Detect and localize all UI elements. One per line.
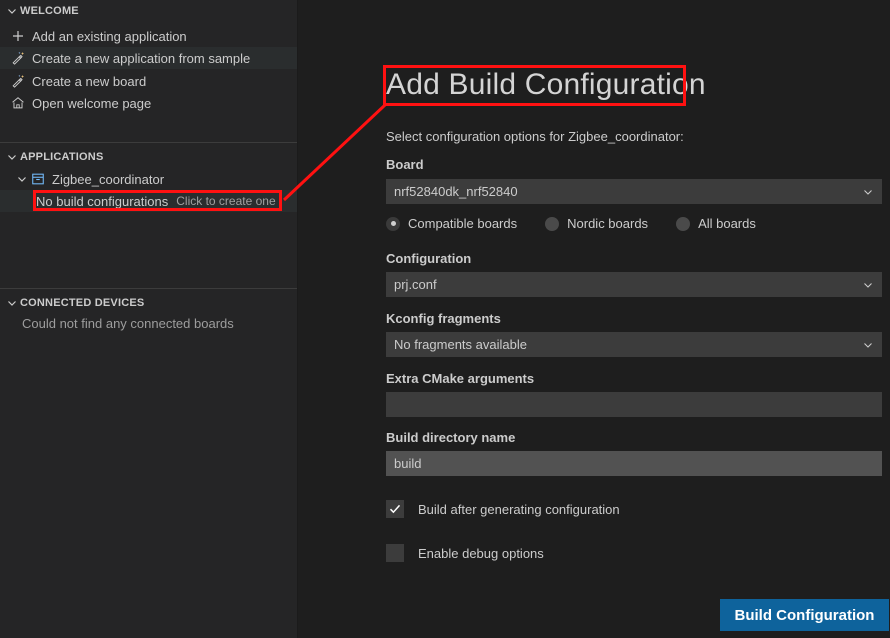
sidebar: WELCOME Add an existing application Crea… (0, 0, 298, 638)
sidebar-item-hint: Click to create one (176, 194, 276, 208)
radio-nordic-boards[interactable]: Nordic boards (545, 216, 648, 231)
extra-cmake-arguments-input[interactable] (386, 392, 882, 417)
divider (0, 288, 297, 289)
sidebar-item-label: Could not find any connected boards (22, 315, 234, 331)
build-directory-name-label: Build directory name (386, 430, 516, 445)
build-directory-name-input[interactable]: build (386, 451, 882, 476)
checkbox-indicator (386, 500, 404, 518)
page-subtitle: Select configuration options for Zigbee_… (386, 129, 684, 144)
sidebar-item-label: Zigbee_coordinator (52, 171, 165, 187)
board-filter-radio-group: Compatible boards Nordic boards All boar… (386, 216, 784, 231)
checkbox-enable-debug-options[interactable]: Enable debug options (386, 544, 544, 562)
divider (0, 142, 297, 143)
checkbox-indicator (386, 544, 404, 562)
sidebar-item-label: Create a new board (32, 73, 147, 89)
sidebar-section-applications-header[interactable]: APPLICATIONS (0, 146, 297, 168)
chevron-down-icon (862, 272, 874, 297)
archive-box-icon (30, 171, 46, 187)
wand-icon (10, 73, 26, 89)
build-directory-name-value: build (394, 456, 422, 471)
sidebar-item-label: No build configurations (36, 193, 169, 209)
configuration-value: prj.conf (394, 277, 437, 292)
radio-compatible-boards[interactable]: Compatible boards (386, 216, 517, 231)
radio-label: Nordic boards (567, 216, 649, 231)
sidebar-item-no-build-configurations[interactable]: No build configurations Click to create … (0, 190, 297, 212)
kconfig-fragments-select[interactable]: No fragments available (386, 332, 882, 357)
chevron-down-icon (4, 295, 20, 311)
configuration-select[interactable]: prj.conf (386, 272, 882, 297)
main-panel: Add Build Configuration Select configura… (299, 0, 890, 638)
home-icon (10, 95, 26, 111)
board-select[interactable]: nrf52840dk_nrf52840 (386, 179, 882, 204)
chevron-down-icon[interactable] (14, 173, 30, 185)
application-window: WELCOME Add an existing application Crea… (0, 0, 890, 638)
plus-icon (10, 28, 26, 44)
build-configuration-button[interactable]: Build Configuration (720, 599, 889, 631)
sidebar-item-add-existing-application[interactable]: Add an existing application (0, 25, 297, 47)
sidebar-item-open-welcome-page[interactable]: Open welcome page (0, 92, 297, 114)
checkbox-label: Enable debug options (418, 545, 544, 561)
kconfig-fragments-label: Kconfig fragments (386, 311, 501, 326)
radio-label: All boards (698, 216, 756, 231)
chevron-down-icon (862, 332, 874, 357)
sidebar-section-connected-devices-header[interactable]: CONNECTED DEVICES (0, 292, 297, 314)
configuration-label: Configuration (386, 251, 472, 266)
check-icon (389, 504, 401, 514)
sidebar-section-title: WELCOME (20, 5, 79, 17)
radio-indicator (545, 216, 560, 231)
sidebar-item-label: Add an existing application (32, 28, 187, 44)
radio-indicator (386, 216, 400, 231)
sidebar-section-title: CONNECTED DEVICES (20, 297, 145, 309)
sidebar-section-title: APPLICATIONS (20, 151, 104, 163)
sidebar-section-welcome-header[interactable]: WELCOME (0, 0, 297, 22)
wand-icon (10, 50, 26, 66)
sidebar-item-create-new-application-from-sample[interactable]: Create a new application from sample (0, 47, 297, 69)
page-title: Add Build Configuration (386, 68, 706, 101)
radio-label: Compatible boards (408, 216, 518, 231)
sidebar-item-label: Open welcome page (32, 95, 152, 111)
chevron-down-icon (4, 3, 20, 19)
radio-all-boards[interactable]: All boards (676, 216, 756, 231)
sidebar-item-zigbee-coordinator[interactable]: Zigbee_coordinator (0, 168, 297, 190)
sidebar-item-create-new-board[interactable]: Create a new board (0, 70, 297, 92)
sidebar-item-no-connected-boards: Could not find any connected boards (0, 312, 297, 334)
chevron-down-icon (862, 179, 874, 204)
board-label: Board (386, 157, 424, 172)
board-value: nrf52840dk_nrf52840 (394, 184, 518, 199)
radio-indicator (676, 216, 691, 231)
extra-cmake-arguments-label: Extra CMake arguments (386, 371, 535, 386)
chevron-down-icon (4, 149, 20, 165)
kconfig-fragments-value: No fragments available (394, 337, 527, 352)
checkbox-build-after-generating-configuration[interactable]: Build after generating configuration (386, 500, 620, 518)
checkbox-label: Build after generating configuration (418, 501, 620, 517)
sidebar-item-label: Create a new application from sample (32, 50, 251, 66)
